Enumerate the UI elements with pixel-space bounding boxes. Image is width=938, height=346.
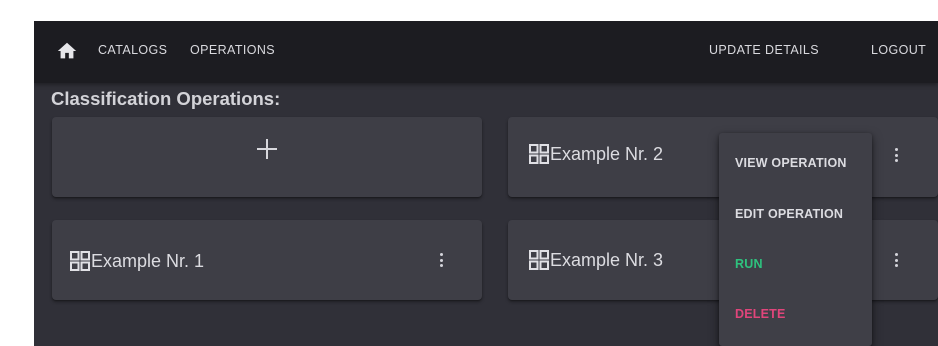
menu-item-edit-operation[interactable]: EDIT OPERATION — [735, 207, 843, 221]
add-operation-card[interactable] — [52, 117, 482, 197]
more-vert-icon[interactable] — [890, 250, 902, 270]
more-vert-icon[interactable] — [435, 250, 447, 270]
menu-item-view-operation[interactable]: VIEW OPERATION — [735, 156, 847, 170]
nav-operations[interactable]: OPERATIONS — [190, 43, 275, 57]
menu-item-run[interactable]: RUN — [735, 257, 763, 271]
menu-item-delete[interactable]: DELETE — [735, 307, 786, 321]
app-window: CATALOGS OPERATIONS UPDATE DETAILS LOGOU… — [34, 21, 938, 346]
operation-title: Example Nr. 2 — [550, 144, 664, 164]
home-icon[interactable] — [56, 40, 78, 62]
more-vert-icon[interactable] — [890, 145, 902, 165]
grid-icon — [529, 250, 549, 270]
plus-icon — [257, 139, 277, 159]
page-title: Classification Operations: — [51, 88, 281, 109]
top-app-bar: CATALOGS OPERATIONS UPDATE DETAILS LOGOU… — [34, 21, 938, 83]
operation-title: Example Nr. 1 — [91, 251, 205, 271]
operation-title: Example Nr. 3 — [550, 250, 664, 270]
operation-card-1[interactable]: Example Nr. 1 — [52, 220, 482, 300]
grid-icon — [70, 251, 90, 271]
nav-update-details[interactable]: UPDATE DETAILS — [709, 43, 819, 57]
grid-icon — [529, 144, 549, 164]
nav-catalogs[interactable]: CATALOGS — [98, 43, 167, 57]
operation-context-menu: VIEW OPERATION EDIT OPERATION RUN DELETE — [719, 133, 872, 346]
nav-logout[interactable]: LOGOUT — [871, 43, 926, 57]
